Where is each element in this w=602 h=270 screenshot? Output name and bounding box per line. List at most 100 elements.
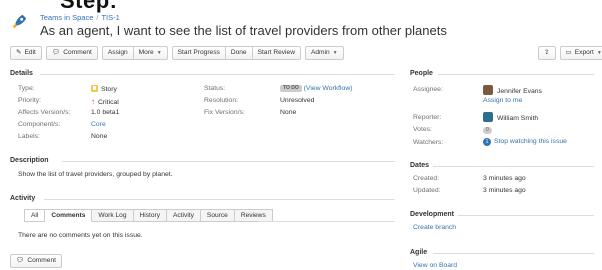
chevron-down-icon: ▼ (156, 50, 162, 56)
people-divider (438, 74, 594, 75)
start-progress-button[interactable]: Start Progress (171, 46, 226, 60)
pencil-icon: ✎ (16, 49, 22, 56)
add-comment-label: Comment (27, 257, 56, 264)
tab-history[interactable]: History (133, 209, 168, 222)
type-value: Story (91, 85, 117, 93)
agile-heading[interactable]: Agile (410, 249, 427, 256)
details-heading[interactable]: Details (10, 70, 33, 77)
dates-heading[interactable]: Dates (410, 162, 429, 169)
agile-divider (433, 253, 594, 254)
type-label: Type: (18, 85, 35, 92)
add-comment-button[interactable]: 💬︎ Comment (10, 254, 62, 268)
edit-button[interactable]: ✎ Edit (10, 46, 42, 60)
fix-version-value: None (280, 109, 297, 116)
breadcrumb-separator: / (96, 13, 99, 22)
comment-label: Comment (63, 49, 92, 56)
admin-button[interactable]: Admin ▼ (304, 46, 344, 60)
tab-comments[interactable]: Comments (45, 209, 93, 222)
status-lozenge: TO DO (280, 85, 302, 92)
created-value: 3 minutes ago (483, 175, 526, 182)
create-branch-link[interactable]: Create branch (413, 224, 456, 231)
priority-text: Critical (98, 99, 119, 106)
workflow-group: Start Progress Done Start Review (171, 46, 301, 60)
edit-label: Edit (24, 49, 36, 56)
assign-to-me-link[interactable]: Assign to me (483, 97, 522, 104)
activity-heading[interactable]: Activity (10, 195, 35, 202)
description-divider (62, 161, 395, 162)
assignee-value[interactable]: Jennifer Evans (483, 85, 542, 95)
assignee-name: Jennifer Evans (497, 88, 542, 95)
priority-label: Priority: (18, 97, 42, 104)
done-button[interactable]: Done (224, 46, 253, 60)
tab-activity[interactable]: Activity (167, 209, 201, 222)
tab-source[interactable]: Source (200, 209, 235, 222)
assignee-label: Assignee: (413, 86, 443, 93)
assign-button[interactable]: Assign (101, 46, 134, 60)
status-value: TO DO (View Workflow) (280, 85, 353, 92)
affects-version-label: Affects Version/s: (18, 109, 71, 116)
created-label: Created: (413, 175, 440, 182)
share-button[interactable]: ⇪ (538, 46, 556, 60)
labels-value: None (91, 133, 108, 140)
issue-summary[interactable]: As an agent, I want to see the list of t… (40, 23, 447, 38)
reporter-value[interactable]: William Smith (483, 112, 538, 122)
start-review-button[interactable]: Start Review (251, 46, 301, 60)
watchers-count-badge[interactable]: 1 (483, 138, 491, 146)
votes-value[interactable]: 0 (483, 126, 492, 134)
affects-version-value[interactable]: 1.0 beta1 (91, 109, 119, 116)
type-text: Story (101, 86, 117, 93)
speech-bubble-icon: 💬︎ (51, 49, 61, 56)
activity-tabs: All Comments Work Log History Activity S… (24, 209, 273, 222)
votes-label: Votes: (413, 126, 432, 133)
status-label: Status: (204, 85, 226, 92)
dates-divider (433, 166, 594, 167)
resolution-label: Resolution: (204, 97, 239, 104)
development-divider (458, 215, 594, 216)
description-heading[interactable]: Description (10, 157, 49, 164)
breadcrumb-project-link[interactable]: Teams in Space (40, 13, 93, 22)
breadcrumb-issue-key-link[interactable]: TIS-1 (101, 13, 119, 22)
start-progress-label: Start Progress (177, 49, 220, 56)
done-label: Done (230, 49, 247, 56)
admin-label: Admin (310, 49, 330, 56)
assign-more-group: Assign More ▼ (101, 46, 168, 60)
development-heading[interactable]: Development (410, 211, 454, 218)
view-on-board-link[interactable]: View on Board (413, 262, 457, 269)
details-divider (40, 74, 395, 75)
avatar (483, 112, 493, 122)
people-heading[interactable]: People (410, 70, 433, 77)
description-text[interactable]: Show the list of travel providers, group… (18, 171, 173, 178)
updated-value: 3 minutes ago (483, 187, 526, 194)
more-label: More (138, 49, 154, 56)
export-icon: ▭ (565, 49, 572, 56)
no-comments-text: There are no comments yet on this issue. (18, 232, 143, 239)
issue-header: Teams in Space / TIS-1 As an agent, I want… (0, 0, 602, 42)
tab-work-log[interactable]: Work Log (92, 209, 134, 222)
avatar (483, 85, 493, 95)
activity-divider (44, 199, 395, 200)
more-button[interactable]: More ▼ (132, 46, 168, 60)
toolbar-right: ⇪ ▭ Export ▼ (538, 46, 602, 60)
reporter-name: William Smith (497, 115, 539, 122)
assign-label: Assign (107, 49, 128, 56)
arrow-up-icon: ↑ (91, 97, 95, 106)
tabs-underline (258, 221, 395, 222)
components-label: Component/s: (18, 121, 61, 128)
breadcrumb: Teams in Space / TIS-1 (40, 13, 120, 22)
chevron-down-icon: ▼ (332, 50, 338, 56)
votes-badge: 0 (483, 127, 492, 134)
fix-version-label: Fix Version/s: (204, 109, 245, 116)
export-button[interactable]: ▭ Export ▼ (559, 46, 602, 60)
chevron-down-icon: ▼ (596, 50, 602, 56)
watchers-label: Watchers: (413, 139, 444, 146)
rocket-icon[interactable] (10, 13, 28, 31)
speech-bubble-icon: 💬︎ (16, 257, 25, 264)
comment-button[interactable]: 💬︎ Comment (45, 46, 98, 60)
export-label: Export (574, 49, 594, 56)
labels-label: Labels: (18, 133, 40, 140)
view-workflow-link[interactable]: (View Workflow) (304, 85, 353, 92)
tab-all[interactable]: All (24, 209, 46, 222)
components-value[interactable]: Core (91, 121, 106, 128)
stop-watching-link[interactable]: Stop watching this issue (494, 138, 567, 145)
reporter-label: Reporter: (413, 114, 442, 121)
